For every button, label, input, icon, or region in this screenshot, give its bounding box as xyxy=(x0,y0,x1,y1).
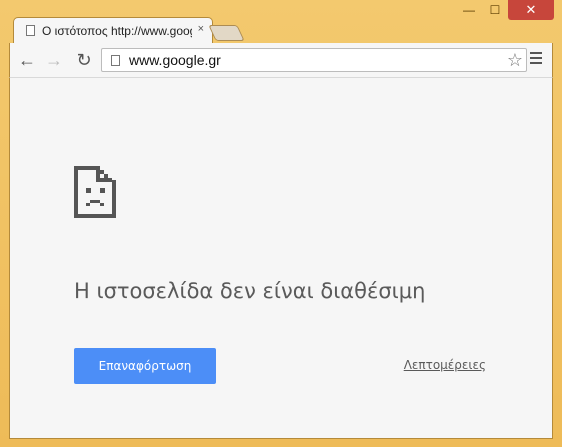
sad-page-icon xyxy=(74,166,116,223)
maximize-button[interactable]: ☐ xyxy=(482,0,508,20)
back-button[interactable]: ← xyxy=(16,49,38,71)
hamburger-menu-icon[interactable] xyxy=(530,52,542,66)
error-page: Η ιστοσελίδα δεν είναι διαθέσιμη Επαναφό… xyxy=(9,77,553,439)
page-icon xyxy=(111,54,120,66)
address-bar[interactable]: www.google.gr ☆ xyxy=(101,48,527,72)
details-link[interactable]: Λεπτομέρειες xyxy=(404,358,486,372)
forward-button[interactable]: → xyxy=(43,49,65,71)
error-title: Η ιστοσελίδα δεν είναι διαθέσιμη xyxy=(74,279,426,303)
browser-window: — ☐ ✕ Ο ιστότοπος http://www.google.gr ×… xyxy=(0,0,562,447)
tab-title: Ο ιστότοπος http://www.google.gr xyxy=(42,23,192,38)
new-tab-button[interactable] xyxy=(208,25,245,41)
page-icon xyxy=(26,25,35,36)
close-window-button[interactable]: ✕ xyxy=(508,0,554,20)
reload-icon[interactable]: ↻ xyxy=(73,49,95,71)
reload-button[interactable]: Επαναφόρτωση xyxy=(74,348,216,384)
tab-close-icon[interactable]: × xyxy=(198,23,204,35)
window-controls: — ☐ ✕ xyxy=(456,0,554,22)
url-text[interactable]: www.google.gr xyxy=(129,52,221,68)
tab-active[interactable]: Ο ιστότοπος http://www.google.gr × xyxy=(13,17,213,43)
toolbar: ← → ↻ www.google.gr ☆ xyxy=(9,43,553,77)
bookmark-star-icon[interactable]: ☆ xyxy=(507,50,523,71)
minimize-button[interactable]: — xyxy=(456,0,482,20)
